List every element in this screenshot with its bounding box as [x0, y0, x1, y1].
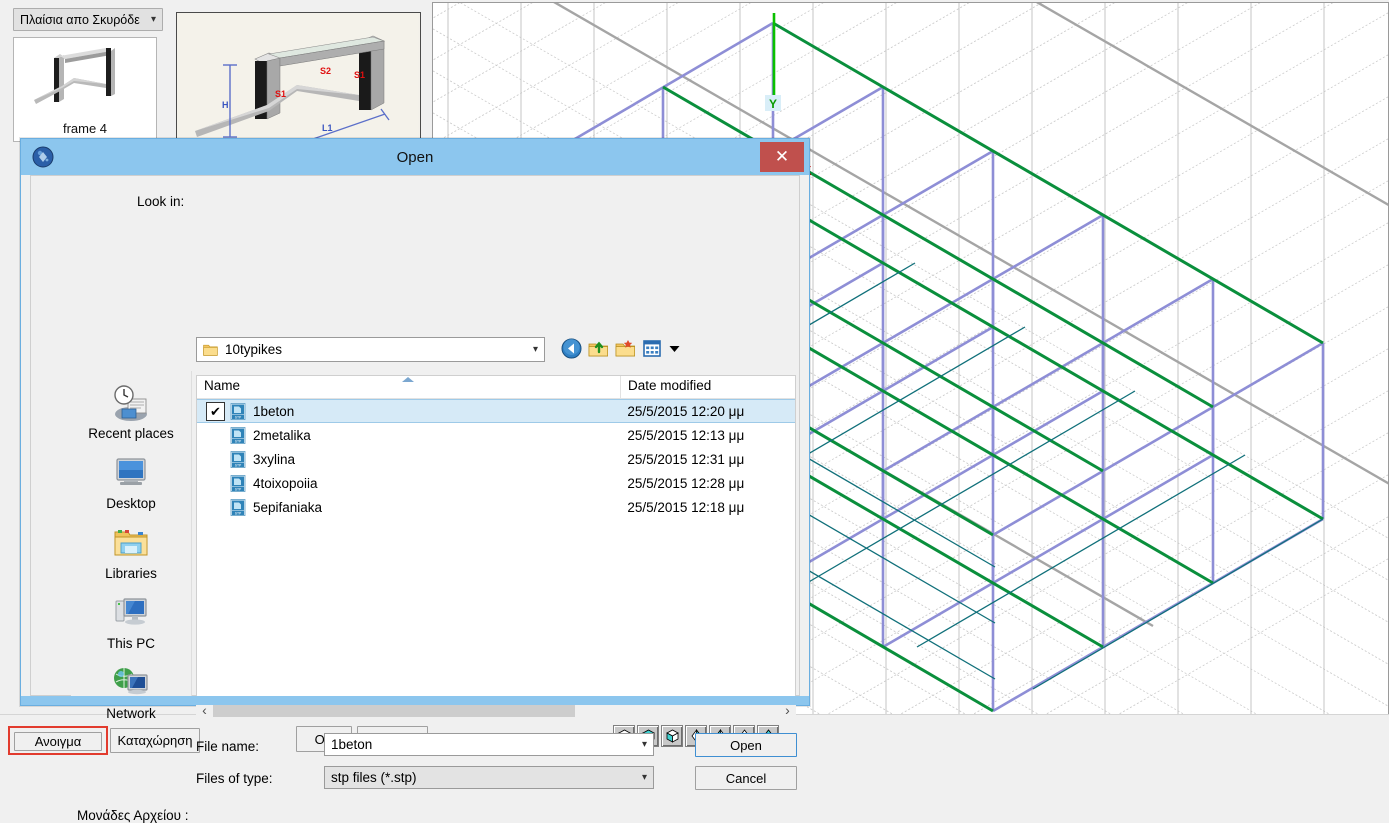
svg-text:STP: STP [235, 511, 242, 515]
dialog-title: Open [396, 148, 434, 166]
file-name: 5epifaniaka [253, 499, 323, 515]
preview-label-s1-left: S1 [275, 89, 286, 99]
lookin-value: 10typikes [225, 342, 283, 357]
y-axis-label: Y [769, 97, 777, 111]
place-label: This PC [106, 636, 155, 651]
desktop-icon [116, 458, 146, 485]
file-name: 3xylina [253, 451, 296, 467]
chevron-down-icon: ▾ [150, 14, 156, 25]
chevron-down-icon: ▾ [532, 344, 538, 355]
scroll-thumb[interactable] [213, 703, 575, 717]
file-units-label: Μονάδες Αρχείου : [77, 808, 189, 823]
file-list[interactable]: Name Date modified ✔ STP 1beton 25/5/201… [196, 375, 796, 697]
new-folder-icon[interactable] [615, 338, 636, 359]
frame-thumbnail-image [34, 48, 115, 104]
table-row[interactable]: ✔ STP 1beton 25/5/2015 12:20 μμ [197, 399, 795, 423]
chevron-down-icon[interactable]: ▾ [638, 739, 651, 750]
column-header-date[interactable]: Date modified [621, 376, 795, 398]
chevron-down-icon[interactable]: ▾ [638, 772, 651, 783]
file-date: 25/5/2015 12:31 μμ [627, 451, 745, 467]
file-list-header: Name Date modified [197, 376, 795, 399]
places-sidebar: Recent places Desktop Libraries This PC … [71, 371, 192, 721]
dialog-footer-strip [21, 696, 809, 705]
place-network[interactable]: Network [71, 661, 191, 721]
this-pc-icon [115, 598, 147, 625]
cube-icon [665, 729, 679, 743]
preview-label-s1-right: S1 [354, 70, 365, 80]
place-recent-places[interactable]: Recent places [71, 381, 191, 441]
file-date: 25/5/2015 12:13 μμ [627, 427, 745, 443]
stp-file-icon: STP [230, 498, 246, 516]
stp-file-icon: STP [230, 450, 246, 468]
preview-label-s2: S2 [320, 66, 331, 76]
place-libraries[interactable]: Libraries [71, 521, 191, 581]
row-checkbox[interactable]: ✔ [206, 401, 225, 421]
dialog-nav-icons [561, 338, 680, 359]
place-label: Network [106, 706, 156, 721]
file-date: 25/5/2015 12:20 μμ [627, 403, 745, 419]
stp-file-icon: STP [230, 426, 246, 444]
stp-file-icon: STP [230, 474, 246, 492]
place-desktop[interactable]: Desktop [71, 451, 191, 511]
column-header-name[interactable]: Name [197, 376, 621, 398]
view-mode-icon[interactable] [642, 338, 663, 359]
file-name: 4toixopoiia [253, 475, 318, 491]
view-cube-3-button[interactable] [661, 725, 683, 747]
dialog-titlebar[interactable]: Open ✕ [21, 139, 809, 175]
svg-text:STP: STP [235, 463, 242, 467]
stp-file-icon: STP [230, 402, 246, 420]
frame-thumbnail[interactable]: frame 4 [13, 37, 157, 142]
back-icon[interactable] [561, 338, 582, 359]
recent-places-icon [114, 385, 147, 421]
svg-text:STP: STP [235, 415, 242, 419]
frame-preview: H L1 S1 S2 S1 [176, 12, 421, 142]
dialog-cancel-button[interactable]: Cancel [695, 766, 797, 790]
dialog-open-button[interactable]: Open [695, 733, 797, 757]
filetype-label: Files of type: [196, 771, 273, 786]
sort-ascending-icon [402, 377, 414, 382]
place-this-pc[interactable]: This PC [71, 591, 191, 651]
scroll-track[interactable] [213, 703, 779, 717]
up-folder-icon[interactable] [588, 338, 609, 359]
filetype-value: stp files (*.stp) [331, 770, 417, 785]
table-row[interactable]: STP 3xylina 25/5/2015 12:31 μμ [197, 447, 795, 471]
table-row[interactable]: STP 5epifaniaka 25/5/2015 12:18 μμ [197, 495, 795, 519]
frame-type-value: Πλαίσια απο Σκυρόδε [20, 12, 140, 27]
application-window: Y X Πλαίσια απο Σκυρόδε ▾ frame 4 [0, 0, 1389, 823]
folder-icon [203, 344, 218, 356]
place-label: Libraries [105, 566, 157, 581]
open-file-dialog: Open ✕ Look in: 10typikes ▾ Recent place… [20, 138, 810, 823]
column-header-date-label: Date modified [628, 378, 712, 393]
place-label: Recent places [88, 426, 174, 441]
table-row[interactable]: STP 2metalika 25/5/2015 12:13 μμ [197, 423, 795, 447]
svg-text:STP: STP [235, 439, 242, 443]
lookin-label: Look in: [137, 194, 185, 209]
column-header-name-label: Name [204, 378, 241, 393]
filename-input[interactable]: 1beton ▾ [324, 733, 654, 756]
preview-label-h: H [222, 100, 229, 110]
frame-type-select[interactable]: Πλαίσια απο Σκυρόδε ▾ [13, 8, 163, 31]
file-name: 1beton [253, 403, 295, 419]
preview-label-l1: L1 [322, 123, 333, 133]
table-row[interactable]: STP 4toixopoiia 25/5/2015 12:28 μμ [197, 471, 795, 495]
globe-icon [32, 146, 54, 168]
anoigma-button[interactable]: Ανοιγμα [14, 732, 102, 751]
close-icon[interactable]: ✕ [760, 142, 804, 172]
file-name: 2metalika [253, 427, 311, 443]
libraries-icon [114, 530, 148, 556]
anoigma-button-highlight: Ανοιγμα [8, 726, 108, 755]
filename-label: File name: [196, 739, 260, 754]
lookin-select[interactable]: 10typikes ▾ [196, 337, 545, 362]
view-mode-chevron-icon[interactable] [669, 343, 680, 354]
katahorisi-button[interactable]: Καταχώρηση [110, 728, 200, 753]
filename-value: 1beton [331, 737, 373, 752]
svg-text:STP: STP [235, 487, 242, 491]
frame-thumbnail-label: frame 4 [62, 121, 108, 136]
place-label: Desktop [106, 496, 156, 511]
filetype-select[interactable]: stp files (*.stp) ▾ [324, 766, 654, 789]
file-date: 25/5/2015 12:28 μμ [627, 475, 745, 491]
frame-preview-image: H L1 S1 S2 S1 [177, 13, 418, 140]
file-date: 25/5/2015 12:18 μμ [627, 499, 745, 515]
